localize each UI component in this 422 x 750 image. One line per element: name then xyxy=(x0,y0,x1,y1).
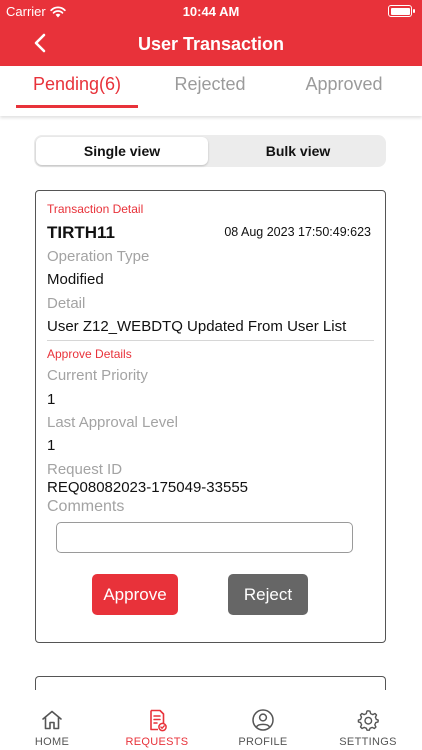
approve-details-heading: Approve Details xyxy=(47,347,132,361)
divider xyxy=(47,340,374,341)
request-id-value: REQ08082023-175049-33555 xyxy=(47,479,248,496)
tab-approved[interactable]: Approved xyxy=(284,66,404,110)
single-view-button[interactable]: Single view xyxy=(36,137,208,165)
transaction-card: Transaction Detail TIRTH11 08 Aug 2023 1… xyxy=(35,190,386,643)
nav-settings-label: SETTINGS xyxy=(339,736,397,748)
comments-label: Comments xyxy=(47,498,125,515)
operation-type-value: Modified xyxy=(47,271,104,288)
tab-rejected[interactable]: Rejected xyxy=(150,66,270,110)
operation-type-label: Operation Type xyxy=(47,248,150,265)
nav-settings[interactable]: SETTINGS xyxy=(318,690,418,750)
bulk-view-button[interactable]: Bulk view xyxy=(212,137,384,165)
comments-input[interactable] xyxy=(56,522,353,553)
active-tab-indicator xyxy=(16,105,138,108)
nav-requests[interactable]: REQUESTS xyxy=(107,690,207,750)
transaction-detail-heading: Transaction Detail xyxy=(47,202,144,216)
battery-icon xyxy=(388,5,415,17)
requests-icon xyxy=(150,709,167,732)
detail-label: Detail xyxy=(47,295,86,312)
status-time: 10:44 AM xyxy=(182,4,240,19)
last-approval-level-label: Last Approval Level xyxy=(47,414,178,431)
reject-button[interactable]: Reject xyxy=(228,574,308,615)
profile-icon xyxy=(252,709,274,731)
status-bar: Carrier 10:44 AM xyxy=(0,0,422,22)
home-icon xyxy=(42,710,62,730)
approve-button[interactable]: Approve xyxy=(92,574,178,615)
tab-pending[interactable]: Pending(6) xyxy=(16,66,138,110)
page-title: User Transaction xyxy=(137,34,285,54)
current-priority-label: Current Priority xyxy=(47,367,148,384)
app-header: Carrier 10:44 AM User Transaction xyxy=(0,0,422,66)
request-id-label: Request ID xyxy=(47,461,123,478)
current-priority-value: 1 xyxy=(47,391,56,408)
settings-icon xyxy=(357,710,379,731)
nav-bar: User Transaction xyxy=(0,22,422,66)
nav-home-label: HOME xyxy=(34,736,70,748)
nav-profile[interactable]: PROFILE xyxy=(213,690,313,750)
last-approval-level-value: 1 xyxy=(47,437,56,454)
view-toggle: Single view Bulk view xyxy=(34,135,386,167)
nav-home[interactable]: HOME xyxy=(2,690,102,750)
transaction-date: 08 Aug 2023 17:50:49:623 xyxy=(224,225,371,239)
nav-requests-label: REQUESTS xyxy=(125,736,189,748)
detail-value: User Z12_WEBDTQ Updated From User List xyxy=(47,318,347,335)
transaction-id: TIRTH11 xyxy=(47,223,116,242)
status-tabs: Pending(6) Rejected Approved xyxy=(0,66,422,116)
nav-profile-label: PROFILE xyxy=(238,736,288,748)
bottom-nav: HOME REQUESTS PROFILE SETTINGS xyxy=(0,690,422,750)
